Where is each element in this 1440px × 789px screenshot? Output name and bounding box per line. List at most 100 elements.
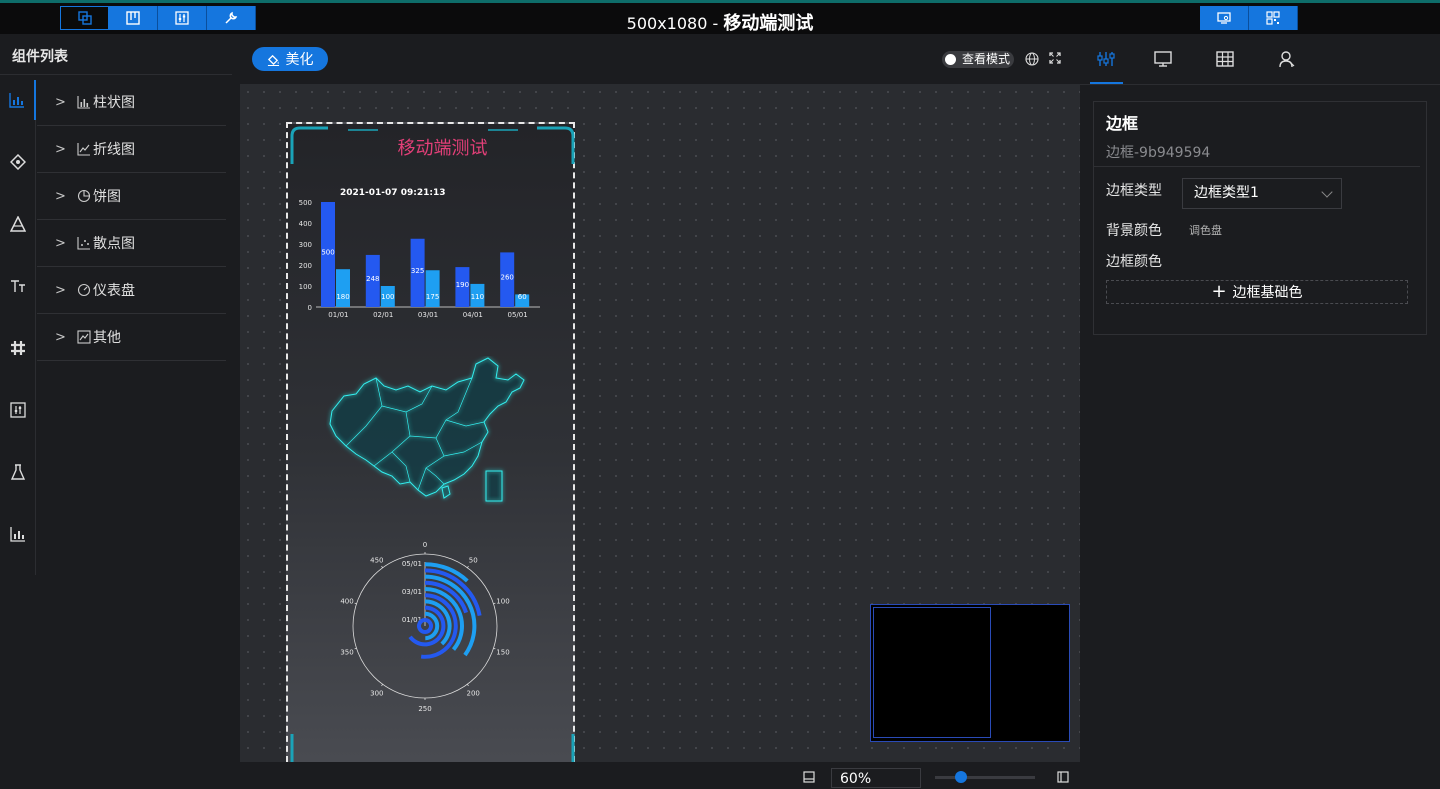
angle-tick-label: 150 bbox=[496, 648, 509, 656]
category-label: 散点图 bbox=[93, 236, 135, 252]
bar-chart-small-icon bbox=[10, 527, 25, 542]
bar[interactable] bbox=[336, 269, 350, 307]
angle-tick bbox=[381, 684, 384, 687]
mobile-screen[interactable]: 移动端测试 2021-01-07 09:21:13 0 100 200 300 400 5… bbox=[286, 122, 575, 764]
category-label: 仪表盘 bbox=[93, 283, 135, 299]
category-bar-chart[interactable]: > 柱状图 bbox=[37, 79, 226, 126]
view-mode-label: 查看模式 bbox=[962, 52, 1011, 66]
preview-screen-icon bbox=[1217, 12, 1231, 24]
view-mode-toggle[interactable]: 查看模式 bbox=[942, 51, 1015, 68]
bar-value-label: 175 bbox=[426, 293, 439, 301]
status-bar: 60% bbox=[240, 762, 1080, 788]
category-gauge[interactable]: > 仪表盘 bbox=[37, 267, 226, 314]
x-tick-label: 01/01 bbox=[328, 311, 348, 319]
china-map[interactable] bbox=[326, 356, 536, 511]
minimap-viewport[interactable] bbox=[873, 607, 991, 738]
zoom-slider[interactable] bbox=[935, 776, 1035, 779]
line-chart-icon bbox=[77, 143, 90, 156]
hash-icon bbox=[11, 341, 25, 355]
rail-bar-small[interactable] bbox=[0, 514, 36, 554]
category-scatter-chart[interactable]: > 散点图 bbox=[37, 220, 226, 267]
rail-sliders[interactable] bbox=[0, 390, 36, 430]
diamond-node-icon bbox=[10, 154, 26, 170]
angle-tick bbox=[466, 684, 469, 687]
y-tick-label: 400 bbox=[299, 220, 312, 228]
y-tick-label: 100 bbox=[299, 283, 312, 291]
border-type-value: 边框类型1 bbox=[1194, 185, 1259, 201]
tab-style[interactable] bbox=[1090, 50, 1122, 80]
tab-users[interactable] bbox=[1271, 50, 1303, 80]
rail-flask[interactable] bbox=[0, 452, 36, 492]
globe-icon[interactable] bbox=[1025, 52, 1039, 66]
rail-diamond[interactable] bbox=[0, 142, 36, 182]
x-tick-label: 05/01 bbox=[508, 311, 528, 319]
category-other[interactable]: > 其他 bbox=[37, 314, 226, 361]
beautify-label: 美化 bbox=[285, 52, 314, 68]
component-id: 边框-9b949594 bbox=[1106, 145, 1211, 161]
radius-tick-label: 03/01 bbox=[402, 588, 422, 596]
bar-value-label: 260 bbox=[501, 274, 514, 282]
angle-tick-label: 100 bbox=[496, 598, 509, 606]
tab-data[interactable] bbox=[1209, 50, 1241, 80]
divider bbox=[1094, 166, 1420, 167]
chevron-right-icon: > bbox=[55, 235, 66, 251]
fullscreen-icon[interactable] bbox=[1049, 52, 1061, 64]
tab-screen[interactable] bbox=[1147, 50, 1179, 80]
design-canvas[interactable]: 移动端测试 2021-01-07 09:21:13 0 100 200 300 400 5… bbox=[240, 84, 1080, 764]
save-icon[interactable] bbox=[803, 771, 815, 783]
top-bar: 500x1080 - 移动端测试 bbox=[0, 0, 1440, 34]
component-list-panel: 组件列表 > 柱状图 > 折线图 > 饼图 > 散点图 > 仪表盘 > 其他 bbox=[0, 34, 232, 783]
plus-icon: + bbox=[1211, 281, 1227, 302]
text-icon bbox=[11, 280, 25, 292]
editor-area: 美化 查看模式 移动端测试 2021-01-07 09:21:13 0 100 20… bbox=[240, 34, 1080, 788]
category-icon-rail bbox=[0, 80, 36, 575]
zoom-input[interactable]: 60% bbox=[831, 768, 921, 788]
x-tick-label: 02/01 bbox=[373, 311, 393, 319]
bar-value-label: 60 bbox=[518, 293, 527, 301]
angle-tick bbox=[466, 565, 469, 568]
zoom-slider-handle[interactable] bbox=[955, 771, 967, 783]
category-label: 柱状图 bbox=[93, 95, 135, 111]
minimap[interactable] bbox=[870, 604, 1070, 742]
bg-color-label: 背景颜色 bbox=[1106, 223, 1162, 239]
border-settings-card: 边框 边框-9b949594 边框类型 边框类型1 背景颜色 调色盘 边框颜色 … bbox=[1093, 101, 1427, 335]
scatter-chart-icon bbox=[77, 237, 90, 250]
angle-tick-label: 200 bbox=[467, 689, 480, 697]
users-tab-icon bbox=[1279, 51, 1295, 68]
category-label: 饼图 bbox=[93, 189, 121, 205]
qrcode-button[interactable] bbox=[1249, 6, 1298, 30]
bar[interactable] bbox=[425, 270, 440, 307]
monitor-tab-icon bbox=[1154, 51, 1172, 67]
bar-chart[interactable]: 0 100 200 300 400 500 01/01 500 180 02/01 248 100 03… bbox=[288, 192, 548, 322]
category-line-chart[interactable]: > 折线图 bbox=[37, 126, 226, 173]
fit-page-icon[interactable] bbox=[1057, 771, 1069, 783]
angle-tick-label: 450 bbox=[370, 557, 383, 565]
beautify-button[interactable]: 美化 bbox=[252, 47, 328, 71]
gauge-icon bbox=[77, 283, 91, 297]
toolbar-right bbox=[1200, 6, 1298, 30]
other-chart-icon bbox=[77, 330, 91, 344]
bar-value-label: 110 bbox=[471, 293, 484, 301]
bar-value-label: 325 bbox=[411, 267, 424, 275]
category-pie-chart[interactable]: > 饼图 bbox=[37, 173, 226, 220]
rail-text[interactable] bbox=[0, 266, 36, 306]
x-tick-label: 04/01 bbox=[463, 311, 483, 319]
rail-triangle[interactable] bbox=[0, 204, 36, 244]
rail-hash[interactable] bbox=[0, 328, 36, 368]
angle-tick-label: 50 bbox=[469, 557, 478, 565]
preview-button[interactable] bbox=[1200, 6, 1249, 30]
add-base-color-button[interactable]: + 边框基础色 bbox=[1106, 280, 1408, 304]
border-type-select[interactable]: 边框类型1 bbox=[1182, 178, 1342, 209]
color-palette-button[interactable]: 调色盘 bbox=[1189, 222, 1222, 238]
rail-bar-chart[interactable] bbox=[0, 80, 36, 120]
bar-chart-icon bbox=[9, 93, 24, 108]
angle-tick bbox=[381, 565, 384, 568]
chevron-right-icon: > bbox=[55, 329, 66, 345]
angle-tick bbox=[354, 647, 357, 650]
radius-tick-label: 05/01 bbox=[402, 560, 422, 568]
qrcode-icon bbox=[1266, 11, 1280, 25]
angle-tick bbox=[493, 602, 496, 605]
polar-bar-chart[interactable]: 05010015020025030035040045001/0103/0105/… bbox=[338, 536, 528, 721]
bar-value-label: 100 bbox=[381, 293, 394, 301]
bar-value-label: 190 bbox=[456, 281, 469, 289]
